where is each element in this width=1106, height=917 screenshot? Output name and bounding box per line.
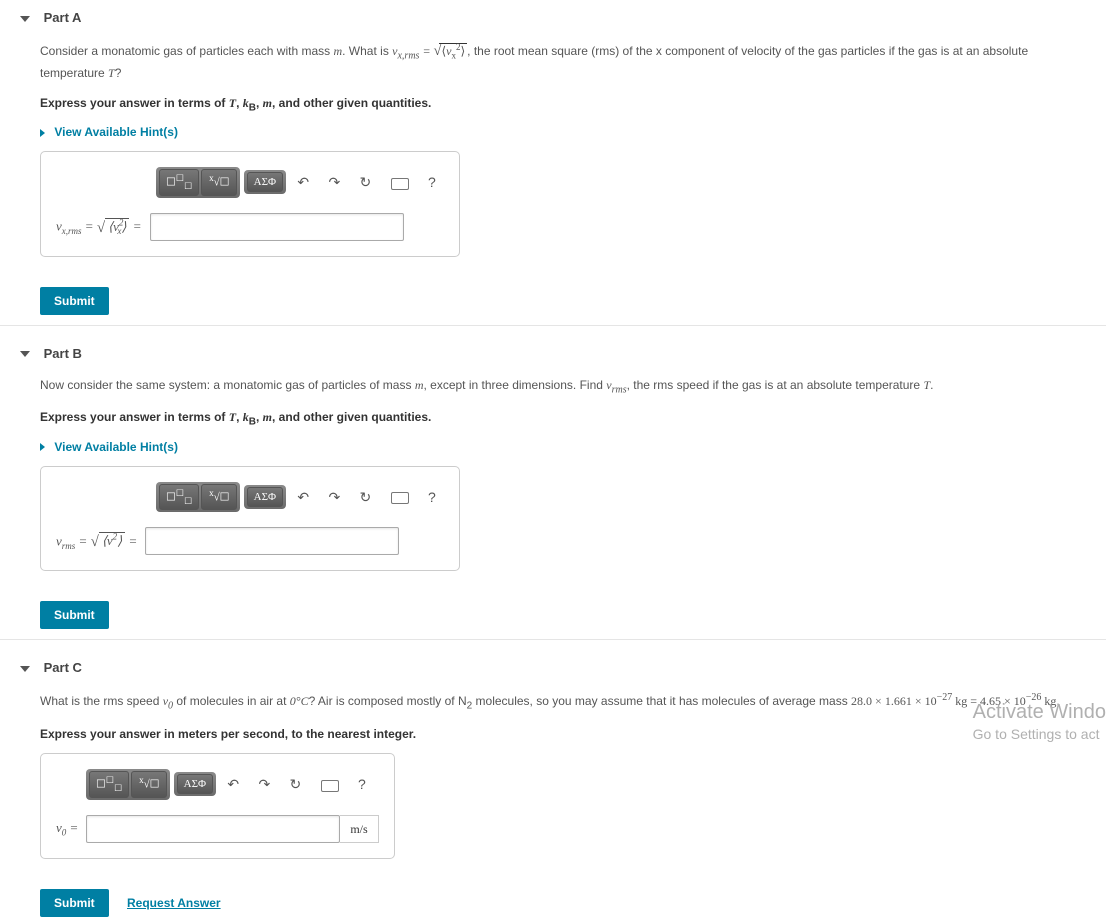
part-a-lhs: vx,rms = √⟨v2x⟩ = (56, 217, 150, 236)
caret-down-icon (20, 666, 30, 672)
toolbar-group: ☐☐☐ x√☐ (86, 769, 170, 800)
part-a-express: Express your answer in terms of T, kB, m… (40, 96, 1076, 113)
part-c-toolbar: ☐☐☐ x√☐ ΑΣΦ ↶ ↷ ↻ ? (86, 769, 379, 800)
keyboard-icon (391, 178, 409, 190)
part-c-title: Part C (44, 660, 82, 675)
greek-button[interactable]: ΑΣΦ (247, 172, 283, 192)
keyboard-button[interactable] (321, 776, 339, 792)
part-c-answer-box: ☐☐☐ x√☐ ΑΣΦ ↶ ↷ ↻ ? v0 = m/s (40, 753, 395, 859)
undo-button[interactable]: ↶ (297, 489, 309, 506)
part-c-submit-button[interactable]: Submit (40, 889, 109, 917)
template-button[interactable]: ☐☐☐ (159, 169, 199, 196)
part-a-question: Consider a monatomic gas of particles ea… (40, 40, 1076, 84)
root-button[interactable]: x√☐ (131, 771, 167, 798)
part-a-header[interactable]: Part A (0, 0, 1106, 35)
redo-button[interactable]: ↷ (328, 489, 340, 506)
watermark: Activate Windo Go to Settings to act (973, 699, 1106, 743)
part-b-title: Part B (44, 346, 82, 361)
part-a-answer-box: ☐☐☐ x√☐ ΑΣΦ ↶ ↷ ↻ ? vx,rms = √⟨v2x⟩ = (40, 151, 460, 257)
part-b-answer-input[interactable] (145, 527, 399, 555)
undo-button[interactable]: ↶ (297, 174, 309, 191)
request-answer-link[interactable]: Request Answer (127, 896, 221, 910)
part-c-input-row: v0 = m/s (56, 815, 379, 843)
part-a-toolbar: ☐☐☐ x√☐ ΑΣΦ ↶ ↷ ↻ ? (156, 167, 444, 198)
part-c-question: What is the rms speed v0 of molecules in… (40, 690, 1076, 714)
part-c-lhs: v0 = (56, 820, 86, 838)
toolbar-group-greek: ΑΣΦ (244, 485, 286, 509)
greek-button[interactable]: ΑΣΦ (177, 774, 213, 794)
toolbar-group-greek: ΑΣΦ (244, 170, 286, 194)
part-b-question: Now consider the same system: a monatomi… (40, 376, 1076, 398)
caret-right-icon (40, 443, 45, 451)
part-c-express: Express your answer in meters per second… (40, 727, 1076, 741)
reset-button[interactable]: ↻ (290, 776, 302, 793)
help-button[interactable]: ? (428, 174, 436, 190)
part-a-input-row: vx,rms = √⟨v2x⟩ = (56, 213, 444, 241)
redo-button[interactable]: ↷ (258, 776, 270, 793)
template-button[interactable]: ☐☐☐ (159, 484, 199, 511)
caret-down-icon (20, 351, 30, 357)
part-a-content: Consider a monatomic gas of particles ea… (0, 35, 1106, 272)
part-c-unit: m/s (340, 815, 378, 843)
part-c-answer-input[interactable] (86, 815, 340, 843)
template-button[interactable]: ☐☐☐ (89, 771, 129, 798)
part-b-express: Express your answer in terms of T, kB, m… (40, 410, 1076, 427)
toolbar-group-greek: ΑΣΦ (174, 772, 216, 796)
part-b-input-row: vrms = √⟨v2⟩ = (56, 527, 444, 555)
reset-button[interactable]: ↻ (360, 489, 372, 506)
undo-button[interactable]: ↶ (227, 776, 239, 793)
caret-down-icon (20, 16, 30, 22)
part-c-header[interactable]: Part C (0, 650, 1106, 685)
part-b-toolbar: ☐☐☐ x√☐ ΑΣΦ ↶ ↷ ↻ ? (156, 482, 444, 513)
help-button[interactable]: ? (428, 489, 436, 505)
root-button[interactable]: x√☐ (201, 484, 237, 511)
part-c-content: What is the rms speed v0 of molecules in… (0, 685, 1106, 873)
part-b-content: Now consider the same system: a monatomi… (0, 371, 1106, 587)
greek-button[interactable]: ΑΣΦ (247, 487, 283, 507)
toolbar-group: ☐☐☐ x√☐ (156, 167, 240, 198)
part-b-lhs: vrms = √⟨v2⟩ = (56, 532, 145, 551)
toolbar-group: ☐☐☐ x√☐ (156, 482, 240, 513)
part-b-header[interactable]: Part B (0, 336, 1106, 371)
reset-button[interactable]: ↻ (360, 174, 372, 191)
keyboard-button[interactable] (391, 489, 409, 505)
caret-right-icon (40, 129, 45, 137)
part-b-answer-box: ☐☐☐ x√☐ ΑΣΦ ↶ ↷ ↻ ? vrms = √⟨v2⟩ = (40, 466, 460, 572)
part-a-hints-link[interactable]: View Available Hint(s) (40, 125, 1076, 139)
keyboard-icon (321, 780, 339, 792)
help-button[interactable]: ? (358, 776, 366, 792)
part-a-title: Part A (44, 10, 82, 25)
part-b-hints-link[interactable]: View Available Hint(s) (40, 440, 1076, 454)
redo-button[interactable]: ↷ (328, 174, 340, 191)
part-a-submit-button[interactable]: Submit (40, 287, 109, 315)
divider (0, 325, 1106, 326)
part-a-answer-input[interactable] (150, 213, 404, 241)
keyboard-button[interactable] (391, 174, 409, 190)
part-b-submit-button[interactable]: Submit (40, 601, 109, 629)
keyboard-icon (391, 492, 409, 504)
divider (0, 639, 1106, 640)
root-button[interactable]: x√☐ (201, 169, 237, 196)
